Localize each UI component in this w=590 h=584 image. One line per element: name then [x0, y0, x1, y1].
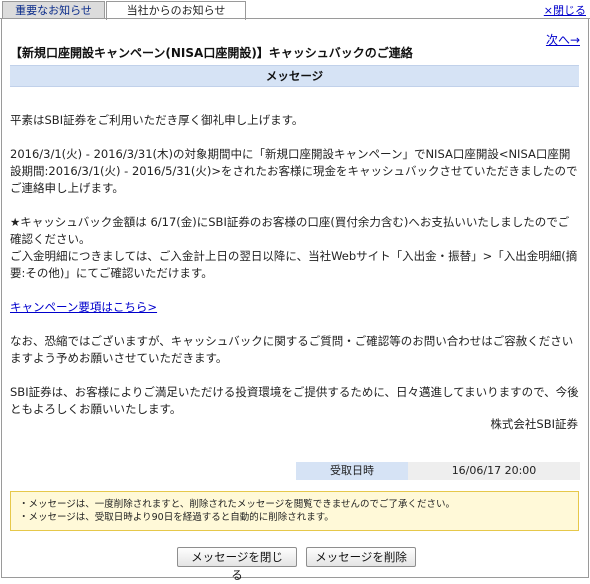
- paragraph-closing: SBI証券は、お客様によりご満足いただける投資環境をご提供するために、日々邁進し…: [10, 385, 579, 416]
- close-link[interactable]: ×閉じる: [544, 2, 586, 18]
- campaign-link-line: キャンペーン要項はこちら>: [10, 299, 580, 316]
- campaign-details-link[interactable]: キャンペーン要項はこちら>: [10, 300, 157, 314]
- message-body: 平素はSBI証券をご利用いただき厚く御礼申し上げます。 2016/3/1(火) …: [10, 112, 580, 435]
- signature: 株式会社SBI証券: [490, 417, 578, 431]
- notice-item: ・メッセージは、受取日時より90日を経過すると自動的に削除されます。: [19, 512, 334, 523]
- received-label: 受取日時: [296, 462, 408, 480]
- paragraph-cashback: ★キャッシュバック金額は 6/17(金)にSBI証券のお客様の口座(買付余力含む…: [10, 214, 580, 282]
- deposit-detail-text: ご入金明細につきましては、ご入金計上日の翌日以降に、当社Webサイト「入出金・振…: [10, 249, 578, 280]
- tab-bar: 重要なお知らせ 当社からのお知らせ ×閉じる: [0, 0, 590, 20]
- delete-message-button[interactable]: メッセージを削除: [306, 547, 416, 567]
- received-value: 16/06/17 20:00: [408, 462, 580, 480]
- notice-item: ・メッセージは、一度削除されますと、削除されたメッセージを閲覧できませんのでご了…: [19, 499, 455, 510]
- paragraph-campaign-period: 2016/3/1(火) - 2016/3/31(木)の対象期間中に「新規口座開設…: [10, 147, 578, 195]
- next-link[interactable]: 次へ→: [546, 31, 580, 48]
- message-title: 【新規口座開設キャンペーン(NISA口座開設)】キャッシュバックのご連絡: [10, 46, 413, 60]
- close-message-button[interactable]: メッセージを閉じる: [177, 547, 297, 582]
- paragraph-inquiry: なお、恐縮ではございますが、キャッシュバックに関するご質問・ご確認等のお問い合わ…: [10, 334, 574, 365]
- notice-box: ・メッセージは、一度削除されますと、削除されたメッセージを閲覧できませんのでご了…: [10, 491, 579, 531]
- section-header: メッセージ: [10, 65, 579, 87]
- paragraph-greeting: 平素はSBI証券をご利用いただき厚く御礼申し上げます。: [10, 113, 304, 127]
- tab-important-notices[interactable]: 重要なお知らせ: [2, 1, 105, 18]
- cashback-amount-text: ★キャッシュバック金額は 6/17(金)にSBI証券のお客様の口座(買付余力含む…: [10, 215, 570, 246]
